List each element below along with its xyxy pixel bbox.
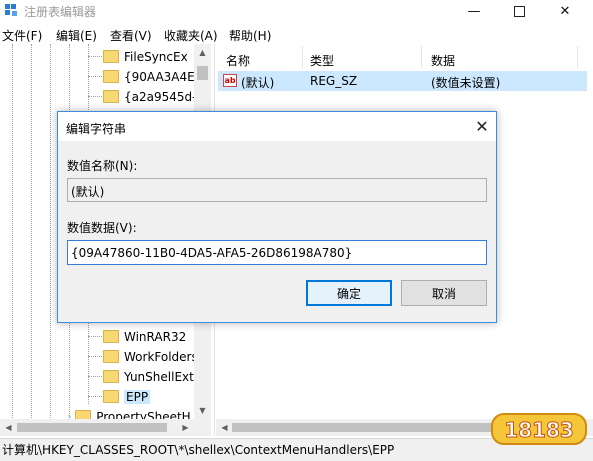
tree-item-epp[interactable]: EPP bbox=[103, 387, 151, 406]
cancel-button[interactable]: 取消 bbox=[401, 280, 487, 306]
ok-button[interactable]: 确定 bbox=[306, 280, 392, 306]
column-header-data[interactable]: 数据 bbox=[431, 52, 455, 69]
tree-item-workfolders[interactable]: WorkFolders bbox=[103, 347, 198, 366]
value-name-label: 数值名称(N): bbox=[67, 159, 138, 173]
tree-item-label: EPP bbox=[124, 389, 151, 404]
watermark-text: 18183 bbox=[504, 418, 574, 442]
folder-icon bbox=[103, 370, 119, 383]
scroll-down-icon[interactable]: ▼ bbox=[194, 402, 211, 419]
tree-horizontal-scroll-thumb[interactable] bbox=[17, 423, 167, 432]
tree-connector bbox=[88, 336, 102, 337]
tree-guide-line bbox=[50, 44, 51, 436]
folder-icon bbox=[103, 50, 119, 63]
tree-connector bbox=[88, 376, 102, 377]
scroll-right-icon[interactable]: ▶ bbox=[177, 419, 194, 436]
column-separator[interactable] bbox=[302, 46, 303, 68]
tree-connector bbox=[88, 356, 102, 357]
value-name-field: (默认) bbox=[67, 178, 487, 202]
registry-editor-icon bbox=[5, 4, 17, 16]
value-type: REG_SZ bbox=[310, 74, 358, 88]
tree-item-label: WorkFolders bbox=[124, 349, 198, 364]
folder-icon bbox=[103, 90, 119, 103]
minimize-icon: — bbox=[467, 3, 481, 19]
status-path: 计算机\HKEY_CLASSES_ROOT\*\shellex\ContextM… bbox=[2, 443, 395, 457]
tree-item-filesyncex[interactable]: FileSyncEx bbox=[103, 47, 188, 66]
tree-item-yunshellext[interactable]: YunShellExt bbox=[103, 367, 194, 386]
scroll-up-icon[interactable]: ▲ bbox=[194, 44, 211, 61]
close-icon: ✕ bbox=[559, 3, 571, 19]
value-data-label: 数值数据(V): bbox=[67, 221, 137, 235]
column-separator[interactable] bbox=[577, 46, 578, 68]
menu-view[interactable]: 查看(V) bbox=[110, 27, 152, 44]
dialog-close-button[interactable]: ✕ bbox=[471, 115, 493, 137]
menu-favorites[interactable]: 收藏夹(A) bbox=[164, 27, 218, 44]
maximize-button[interactable] bbox=[497, 0, 541, 22]
tree-item-label: {a2a9545d-a bbox=[124, 89, 204, 104]
folder-icon bbox=[103, 350, 119, 363]
value-data: (数值未设置) bbox=[431, 76, 501, 90]
window-title: 注册表编辑器 bbox=[24, 5, 97, 19]
folder-icon bbox=[103, 330, 119, 343]
close-icon: ✕ bbox=[475, 116, 489, 136]
tree-item-label: FileSyncEx bbox=[124, 49, 188, 64]
folder-icon bbox=[103, 70, 119, 83]
dialog-title: 编辑字符串 bbox=[66, 122, 127, 136]
close-button[interactable]: ✕ bbox=[543, 0, 587, 22]
tree-connector bbox=[88, 76, 102, 77]
string-value-icon: ab bbox=[223, 74, 237, 87]
tree-item-winrar32[interactable]: WinRAR32 bbox=[103, 327, 186, 346]
maximize-icon bbox=[513, 5, 525, 17]
column-header-name[interactable]: 名称 bbox=[226, 52, 250, 69]
tree-item-label: WinRAR32 bbox=[124, 329, 187, 344]
column-header-type[interactable]: 类型 bbox=[310, 52, 334, 69]
tree-connector bbox=[88, 396, 102, 397]
tree-guide-line bbox=[12, 44, 13, 436]
column-separator[interactable] bbox=[421, 46, 422, 68]
menu-help[interactable]: 帮助(H) bbox=[229, 27, 271, 44]
tree-connector bbox=[88, 96, 102, 97]
minimize-button[interactable]: — bbox=[452, 0, 496, 22]
watermark-logo: 18183 bbox=[491, 413, 587, 445]
folder-icon bbox=[103, 390, 119, 403]
tree-guide-line bbox=[31, 44, 32, 436]
tree-item-90aa3a4e[interactable]: {90AA3A4E-1 bbox=[103, 67, 207, 86]
scroll-left-icon[interactable]: ◀ bbox=[216, 419, 233, 436]
menu-file[interactable]: 文件(F) bbox=[2, 27, 42, 44]
value-data-input[interactable] bbox=[67, 240, 487, 265]
value-name: (默认) bbox=[241, 76, 275, 90]
scroll-left-icon[interactable]: ◀ bbox=[0, 419, 17, 436]
tree-item-a2a9545d[interactable]: {a2a9545d-a bbox=[103, 87, 204, 106]
tree-connector bbox=[88, 56, 102, 57]
tree-vertical-scroll-thumb[interactable] bbox=[197, 66, 208, 80]
menu-edit[interactable]: 编辑(E) bbox=[56, 27, 97, 44]
tree-item-label: YunShellExt bbox=[124, 369, 194, 384]
